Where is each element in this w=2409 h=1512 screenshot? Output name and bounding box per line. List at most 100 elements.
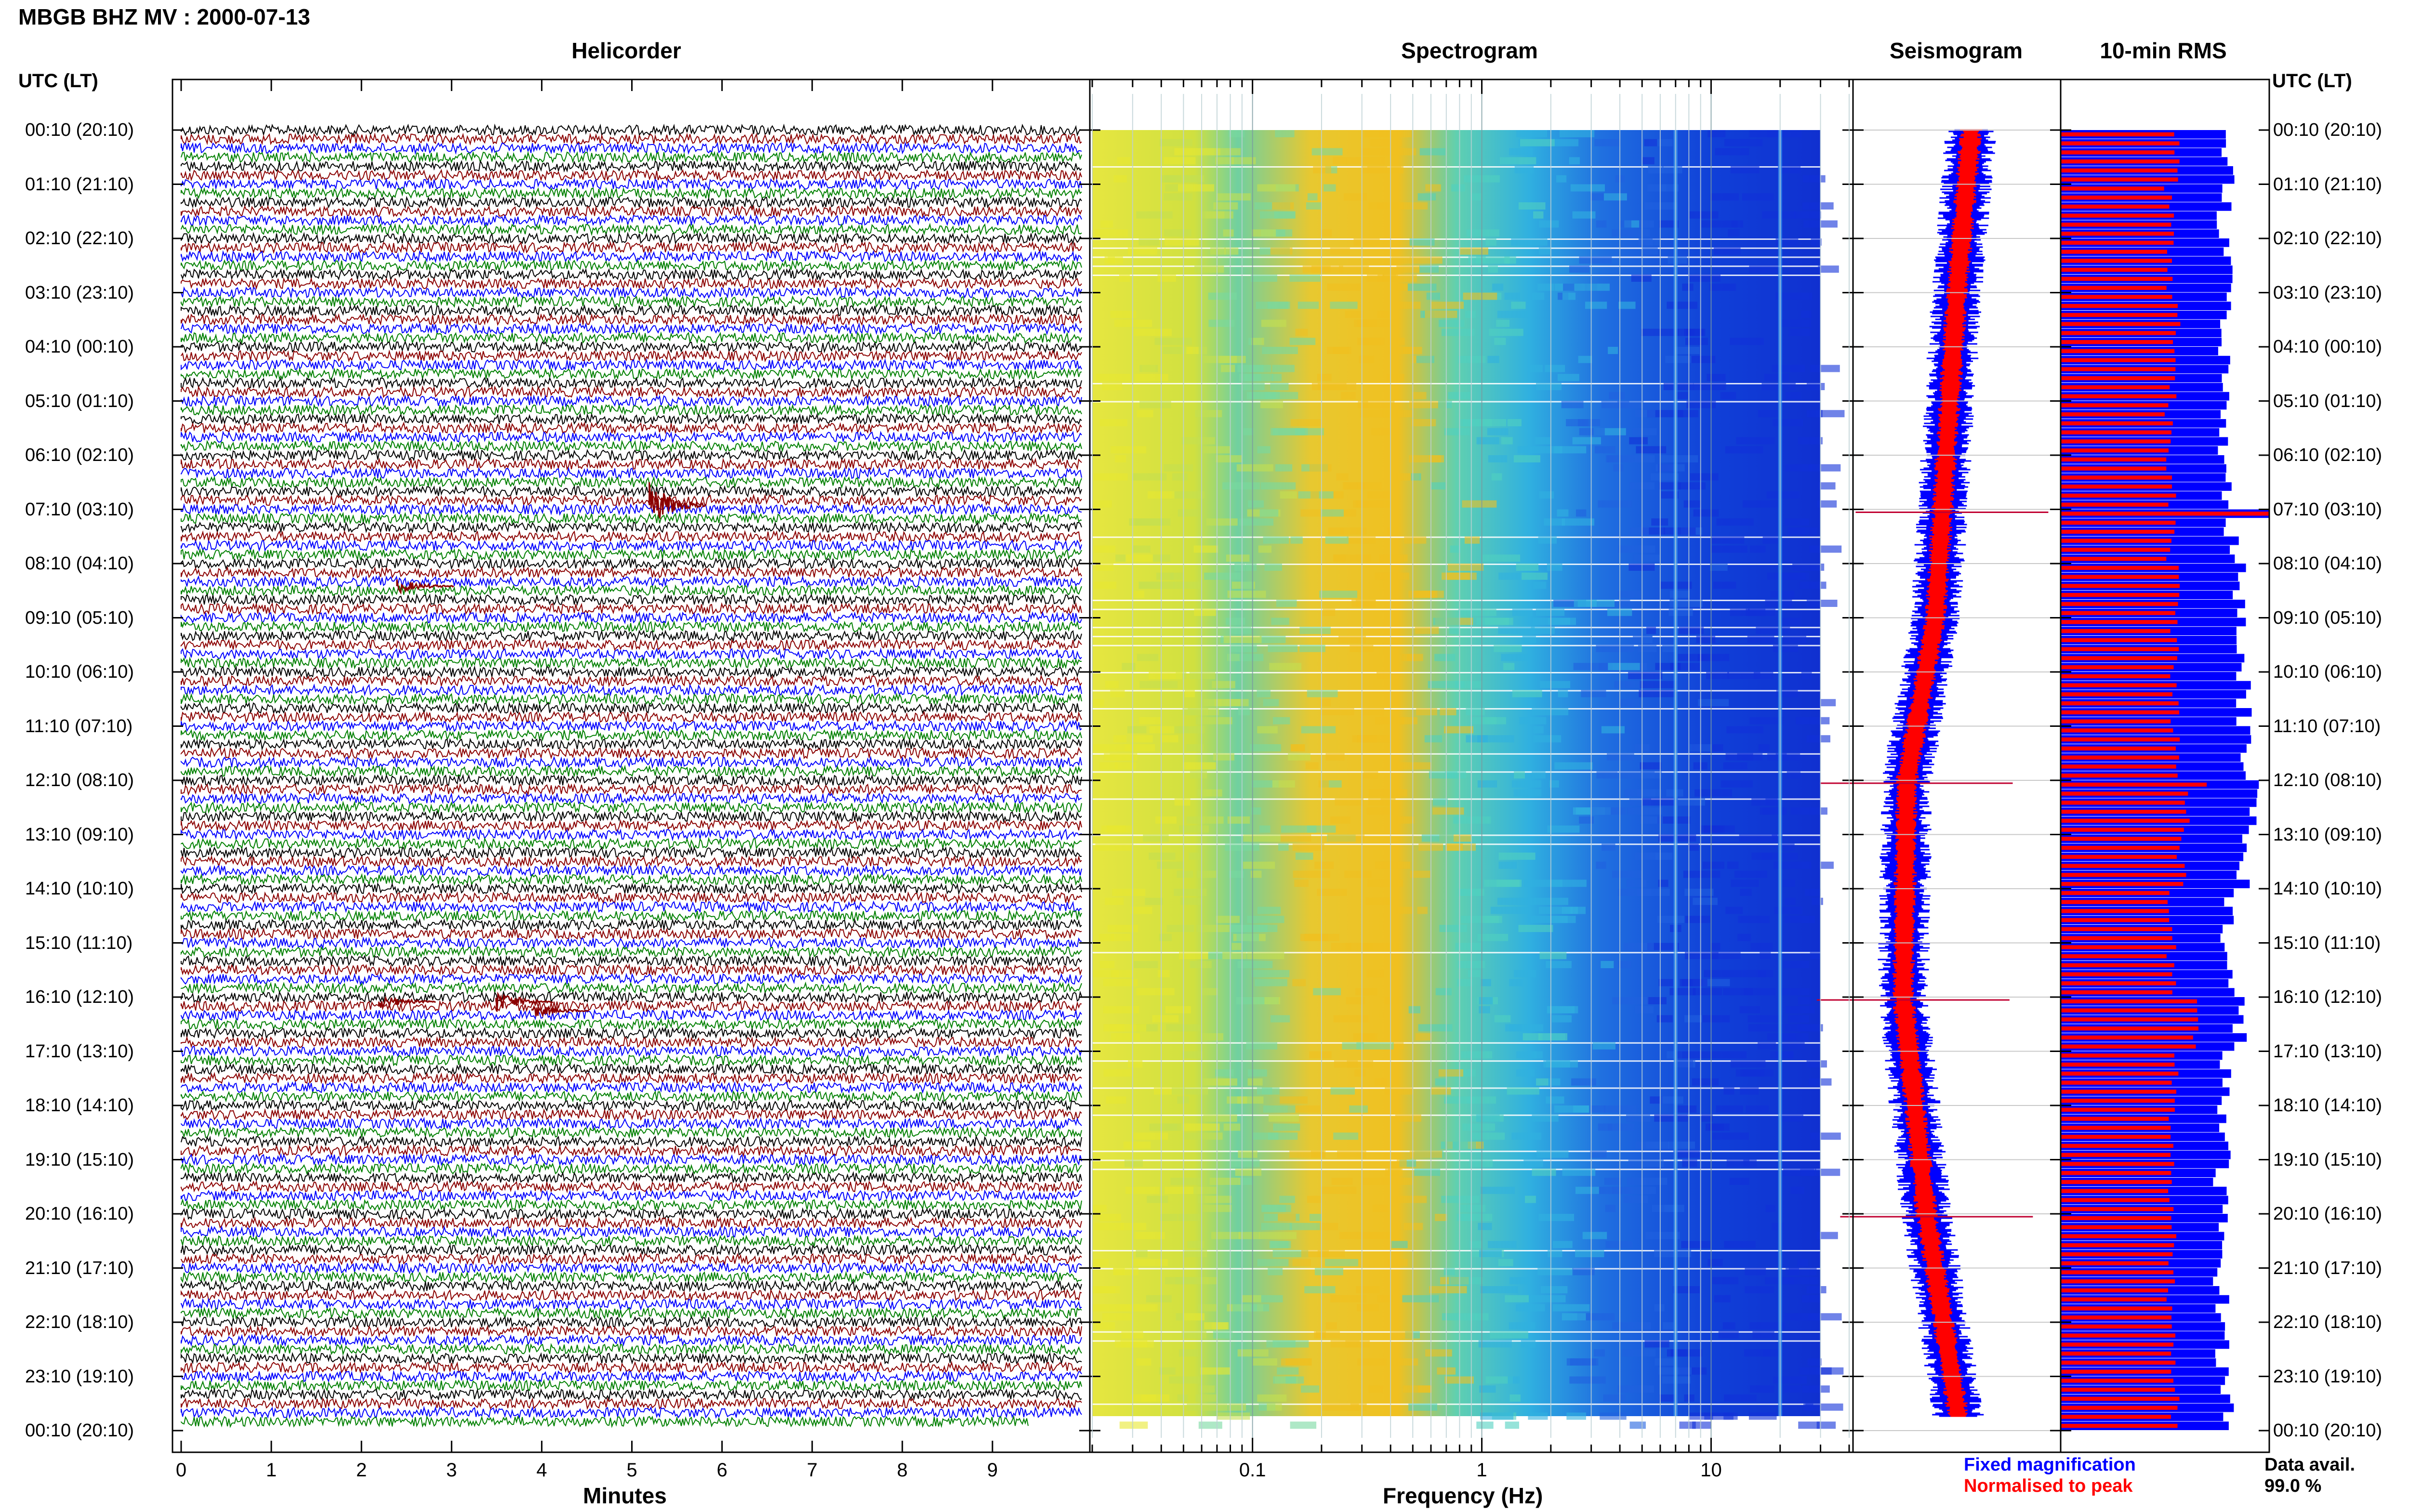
helicorder-trace-row [181,783,1082,796]
rms-normalised-bar [2061,430,2171,434]
spectrogram-cell [1756,627,1790,634]
spectrogram-cell [1268,644,1298,652]
rms-normalised-bar [2061,231,2174,236]
spectrogram-cell [1099,762,1118,770]
spectrogram-cell [1607,753,1634,761]
spectrogram-cell [1539,220,1559,228]
rms-normalised-bar [2061,1189,2169,1193]
spectrogram-cell [1113,735,1126,743]
spectrogram-cell [1289,1223,1320,1230]
spectrogram-cell [1252,1132,1279,1140]
rms-normalised-bar [2061,1126,2171,1130]
spectrogram-cell [1402,1295,1439,1302]
legend-fixed: Fixed magnification [1964,1455,2136,1475]
spectrogram-cell [1290,744,1305,751]
spectrogram-cell [1333,1132,1359,1140]
spectrogram-cell [1314,1331,1340,1339]
spectrogram-cell [1529,1295,1566,1302]
helicorder-trace-row [181,638,1082,652]
spectrogram-cell [1259,1232,1297,1239]
spectrogram-cell [1203,355,1237,363]
spectrogram-cell [1569,157,1580,165]
spectrogram-cell [1494,338,1506,345]
spectrogram-cell [1409,1150,1443,1158]
rms-normalised-bar [2061,945,2176,949]
spectrogram-cell [1814,1169,1840,1176]
spectrogram-cell [1634,853,1658,860]
spectrogram-cell [1675,1051,1712,1059]
spectrogram-cell [1747,636,1774,643]
spectrogram-cell [1237,365,1264,372]
spectrogram-cell [1228,1403,1246,1411]
rms-normalised-bar [2061,539,2171,543]
rms-normalised-bar [2061,1144,2173,1148]
spectrogram-cell [1519,717,1547,724]
spectrogram-cell [1425,311,1457,318]
spectrogram-cell [1430,482,1446,490]
rms-normalised-bar [2061,638,2177,643]
spectrogram-cell [1734,870,1767,878]
spectrogram-cell [1730,166,1760,173]
spectrogram-cell [1598,1123,1613,1131]
spectrogram-cell [1511,780,1542,788]
spectrogram-cell [1557,509,1569,517]
helicorder-trace-row [181,1360,1082,1374]
spectrogram-cell [1618,591,1641,598]
spectrogram-cell [1102,383,1123,390]
spectrogram-cell [1535,437,1551,445]
spectrogram-cell [1590,1150,1607,1158]
rms-normalised-bar [2061,828,2184,832]
spectrogram-cell [1600,1412,1627,1420]
spectrogram-cell [1307,193,1318,201]
spectrogram-cell [1575,1186,1599,1194]
spectrogram-cell [1257,1259,1293,1266]
spectrogram-cell [1172,473,1188,481]
spectrogram-cell [1111,1033,1140,1040]
spectrogram-cell [1758,1042,1776,1050]
spectrogram-cell [1765,1205,1776,1212]
helicorder-trace-row [181,891,1082,905]
spectrogram-cell [1149,726,1175,734]
spectrogram-cell [1532,771,1546,779]
spectrogram-cell [1095,843,1134,851]
spectrogram-cell [1792,564,1825,571]
spectrogram-cell [1136,1250,1148,1257]
spectrogram-cell [1201,1033,1224,1040]
spectrogram-cell [1679,627,1704,634]
spectrogram-cell [1726,726,1763,734]
spectrogram-cell [1806,1286,1827,1293]
helicorder-trace-row [181,945,1082,959]
spectrogram-cell [1809,545,1842,553]
spectrogram-cell [1128,1060,1143,1068]
spectrogram-cell [1554,762,1593,770]
helicorder-trace-row [181,1352,1082,1365]
spectrogram-cell [1593,1349,1605,1357]
spectrogram-cell [1605,1241,1633,1249]
rms-normalised-bar [2061,972,2172,976]
spectrogram-cell [1195,1394,1217,1402]
helicorder-trace-row [181,719,1082,733]
spectrogram-cell [1361,148,1384,156]
spectrogram-cell [1323,608,1336,616]
rms-normalised-bar [2061,954,2167,959]
spectrogram-cell [1788,1015,1810,1023]
spectrogram-cell [1346,157,1385,165]
helicorder-trace-row [181,602,1082,616]
spectrogram-cell [1509,1277,1529,1285]
spectrogram-cell [1488,265,1498,273]
spectrogram-cell [1251,970,1290,977]
spectrogram-cell [1354,1069,1366,1077]
spectrogram-cell [1693,988,1722,996]
spectrogram-cell [1425,184,1441,192]
helicorder-trace-row [181,909,1082,923]
spectrogram-cell [1479,997,1493,1004]
spectrogram-cell [1533,581,1547,589]
spectrogram-cell [1259,636,1286,643]
rms-normalised-bar [2061,1342,2174,1347]
spectrogram-cell [1748,1024,1783,1032]
spectrogram-cell [1656,1015,1673,1023]
spectrogram-cell [1246,392,1280,399]
spectrogram-cell [1648,166,1664,173]
spectrogram-cell [1693,383,1726,390]
spectrogram-cell [1421,834,1454,842]
